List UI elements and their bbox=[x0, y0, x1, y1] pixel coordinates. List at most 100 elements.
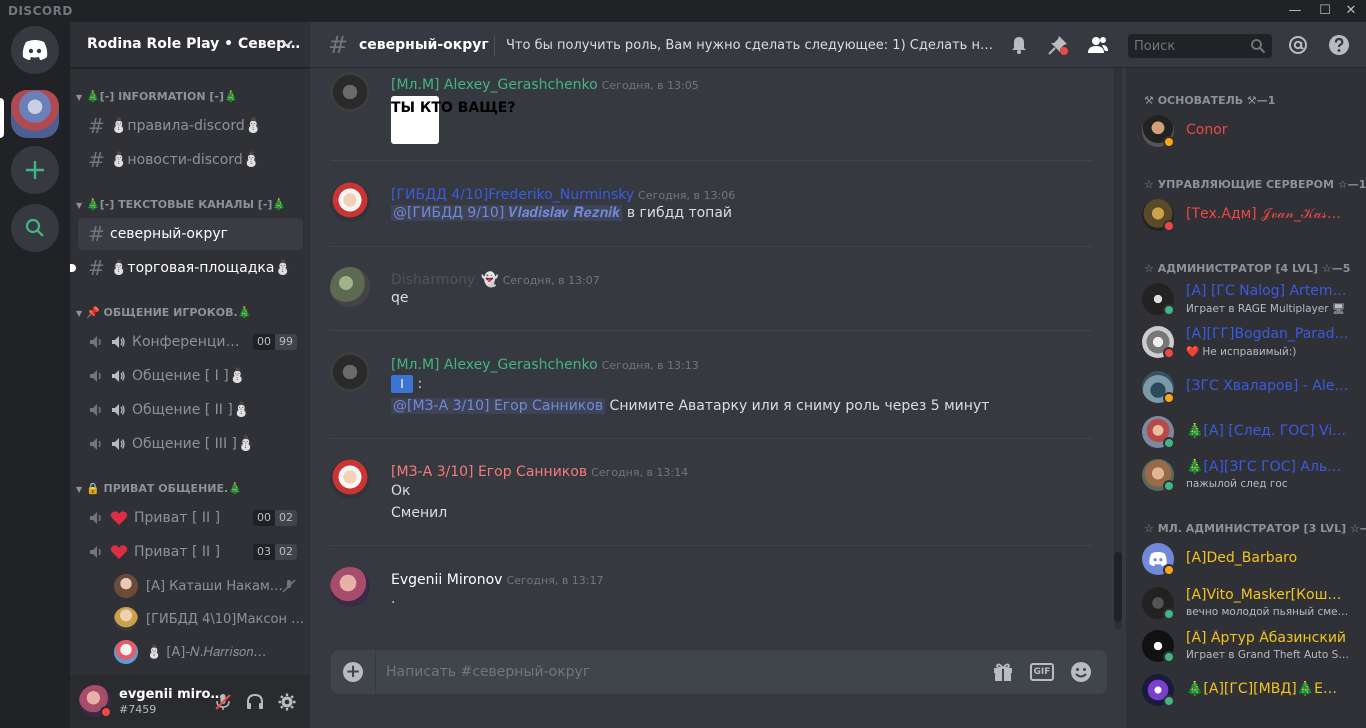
avatar[interactable] bbox=[330, 567, 370, 607]
speaker-emoji-icon bbox=[110, 334, 126, 350]
status-dnd-indicator bbox=[1163, 220, 1175, 232]
voice-channel-private-2[interactable]: Приват [ II ] 03 02 bbox=[78, 536, 303, 568]
message-author[interactable]: [Мл.М] Alexey_Gerashchenko bbox=[391, 357, 598, 373]
channel-name: северный-округ bbox=[359, 37, 489, 53]
voice-user[interactable]: [ГИБДД 4\10]Максон … bbox=[114, 605, 304, 633]
mute-button[interactable] bbox=[212, 691, 234, 713]
discord-app: DISCORD — ☐ ✕ Rodina Role Play • Север… … bbox=[0, 0, 1366, 728]
member-item[interactable]: [А][ГГ]Bogdan_Parado… ❤️ Не исправимый:) bbox=[1142, 326, 1366, 366]
member-list-button[interactable] bbox=[1086, 33, 1110, 57]
category-private[interactable]: ▼ 🔒 ПРИВАТ ОБЩЕНИЕ.🎄 bbox=[76, 482, 242, 495]
scrollbar-thumb[interactable] bbox=[1114, 552, 1122, 622]
member-item[interactable]: Conor bbox=[1142, 115, 1366, 155]
username: evgenii miro… bbox=[119, 687, 224, 702]
help-icon bbox=[1329, 35, 1349, 55]
search-icon bbox=[25, 218, 44, 237]
message-author[interactable]: [ГИБДД 4/10]Frederiko_Nurminsky bbox=[391, 187, 634, 203]
discord-logo-icon bbox=[22, 40, 48, 60]
message-divider bbox=[330, 545, 1092, 546]
settings-button[interactable] bbox=[276, 691, 298, 713]
avatar[interactable] bbox=[330, 72, 370, 112]
close-button[interactable]: ✕ bbox=[1336, 1, 1366, 21]
speaker-icon bbox=[88, 334, 110, 350]
channel-north-district[interactable]: # северный-округ bbox=[78, 218, 303, 250]
message-author[interactable]: [МЗ-А 3/10] Егор Санников bbox=[391, 464, 587, 480]
avatar[interactable] bbox=[330, 267, 370, 307]
scrollbar-track[interactable] bbox=[1114, 68, 1122, 630]
voice-channel-chat-2[interactable]: Общение [ II ]⛄ bbox=[78, 394, 303, 426]
notifications-button[interactable] bbox=[1007, 33, 1031, 57]
mentions-button[interactable] bbox=[1286, 33, 1310, 57]
status-online-indicator bbox=[1163, 480, 1175, 492]
member-item[interactable]: [Ӓ] Ӓртур Ӓбазинский Играет в Grand Thef… bbox=[1142, 630, 1366, 670]
composer-divider bbox=[375, 650, 376, 694]
member-item[interactable]: 🎄[А][ЗГС ГОС] Аль… пажылой след гос bbox=[1142, 459, 1366, 499]
user-mention[interactable]: @[ГИБДД 9/10] 𝑽𝒍𝒂𝒅𝒊𝒔𝒍𝒂𝒗 𝑹𝒆𝒛𝒏𝒊𝒌 bbox=[391, 205, 623, 221]
pinned-messages-button[interactable] bbox=[1046, 33, 1070, 57]
gif-button[interactable]: GIF bbox=[1030, 663, 1054, 681]
speaker-emoji-icon bbox=[110, 436, 126, 452]
member-name: [А][ГГ]Bogdan_Parado… bbox=[1186, 326, 1354, 342]
user-mention[interactable]: @[МЗ-А 3/10] Егор Санников bbox=[391, 398, 606, 414]
member-item[interactable]: [А]Ded_Barbaro bbox=[1142, 543, 1366, 583]
voice-channel-label: Конференци… bbox=[132, 334, 240, 350]
channel-trade[interactable]: # ⛄торговая-площадка⛄ bbox=[70, 252, 303, 284]
avatar bbox=[114, 607, 138, 631]
voice-channel-chat-1[interactable]: Общение [ I ]⛄ bbox=[78, 360, 303, 392]
channel-topic[interactable]: Что бы получить роль, Вам нужно сделать … bbox=[506, 38, 996, 53]
voice-channel-chat-3[interactable]: Общение [ III ]⛄ bbox=[78, 428, 303, 460]
member-item[interactable]: 🎄[А] [След. ГОС] Vi… bbox=[1142, 416, 1366, 456]
message-text: qe bbox=[391, 290, 409, 306]
deafen-button[interactable] bbox=[244, 691, 266, 713]
message-author[interactable]: [Мл.М] Alexey_Gerashchenko bbox=[391, 77, 598, 93]
hash-icon: # bbox=[328, 31, 349, 59]
member-item[interactable]: [А] [ГС Nalog] Artem… Играет в RAGE Mult… bbox=[1142, 283, 1366, 323]
channel-news[interactable]: # ⛄новости-discord⛄ bbox=[78, 144, 303, 176]
avatar[interactable] bbox=[330, 459, 370, 499]
voice-user[interactable]: [А] Каташи Накам… bbox=[114, 572, 304, 600]
add-server-button[interactable] bbox=[11, 146, 59, 194]
message-author[interactable]: Evgenii Mironov bbox=[391, 572, 502, 588]
message-divider bbox=[330, 330, 1092, 331]
category-text-channels[interactable]: ▼ 🎄[-] ТЕКСТОВЫЕ КАНАЛЫ [-]🎄 bbox=[76, 198, 286, 211]
hash-icon: # bbox=[88, 114, 105, 138]
search-input[interactable] bbox=[1134, 37, 1244, 55]
member-item[interactable]: [А]Vito_Masker[Кош… вечно молодой пьяный… bbox=[1142, 587, 1366, 627]
plus-icon bbox=[26, 161, 44, 179]
status-idle-indicator bbox=[1163, 564, 1175, 576]
mic-muted-icon bbox=[215, 694, 231, 710]
message-author[interactable]: Disharmony bbox=[391, 272, 475, 288]
channel-rules[interactable]: # ⛄правила-discord⛄ bbox=[78, 110, 303, 142]
voice-channel-private-1[interactable]: Приват [ II ] 00 02 bbox=[78, 502, 303, 534]
channel-label: северный-округ bbox=[110, 226, 228, 242]
chevron-down-icon: ▼ bbox=[76, 201, 83, 210]
guild-header[interactable]: Rodina Role Play • Север… bbox=[70, 22, 310, 68]
message-input[interactable] bbox=[386, 662, 966, 682]
member-item[interactable]: [Тех.Адм] 𝒥𝓋𝒶𝓃_𝒦𝒶𝓈… bbox=[1142, 199, 1366, 239]
explore-servers-button[interactable] bbox=[11, 204, 59, 252]
user-panel: evgenii miro… #7459 bbox=[70, 675, 310, 728]
member-activity: Играет в Grand Theft Auto Sa… bbox=[1186, 649, 1354, 661]
voice-channel-label: Приват [ II ] bbox=[134, 510, 221, 526]
emoji-button[interactable] bbox=[1069, 660, 1093, 684]
home-button[interactable] bbox=[11, 26, 59, 74]
server-icon-rodina[interactable] bbox=[11, 90, 59, 138]
help-button[interactable] bbox=[1327, 33, 1351, 57]
search-box[interactable] bbox=[1128, 34, 1272, 58]
avatar[interactable] bbox=[330, 182, 370, 222]
member-item[interactable]: 🎄[А][ГС][МВД]🎄Е… bbox=[1142, 674, 1366, 714]
category-player-chat[interactable]: ▼ 📌 ОБЩЕНИЕ ИГРОКОВ.🎄 bbox=[76, 306, 251, 319]
voice-user[interactable]: ⛄ [А]-𝑁.𝐻𝑎𝑟𝑟𝑖𝑠𝑜𝑛… bbox=[114, 638, 304, 666]
members-icon bbox=[1088, 37, 1108, 53]
voice-user-name: ⛄ [А]-𝑁.𝐻𝑎𝑟𝑟𝑖𝑠𝑜𝑛… bbox=[146, 644, 267, 660]
chevron-down-icon: ▼ bbox=[76, 309, 83, 318]
category-information[interactable]: ▼ 🎄[-] INFORMATION [-]🎄 bbox=[76, 90, 238, 103]
member-item[interactable]: [ЗГС Хваларов] - Ale… bbox=[1142, 371, 1366, 411]
upload-button[interactable]: + bbox=[343, 662, 363, 682]
minimize-button[interactable]: — bbox=[1280, 1, 1310, 21]
guild-name: Rodina Role Play • Север… bbox=[87, 36, 301, 52]
voice-channel-conference[interactable]: Конференци… 00 99 bbox=[78, 326, 303, 358]
gift-button[interactable] bbox=[991, 660, 1015, 684]
category-label: 📌 ОБЩЕНИЕ ИГРОКОВ.🎄 bbox=[86, 306, 252, 319]
avatar[interactable] bbox=[330, 352, 370, 392]
